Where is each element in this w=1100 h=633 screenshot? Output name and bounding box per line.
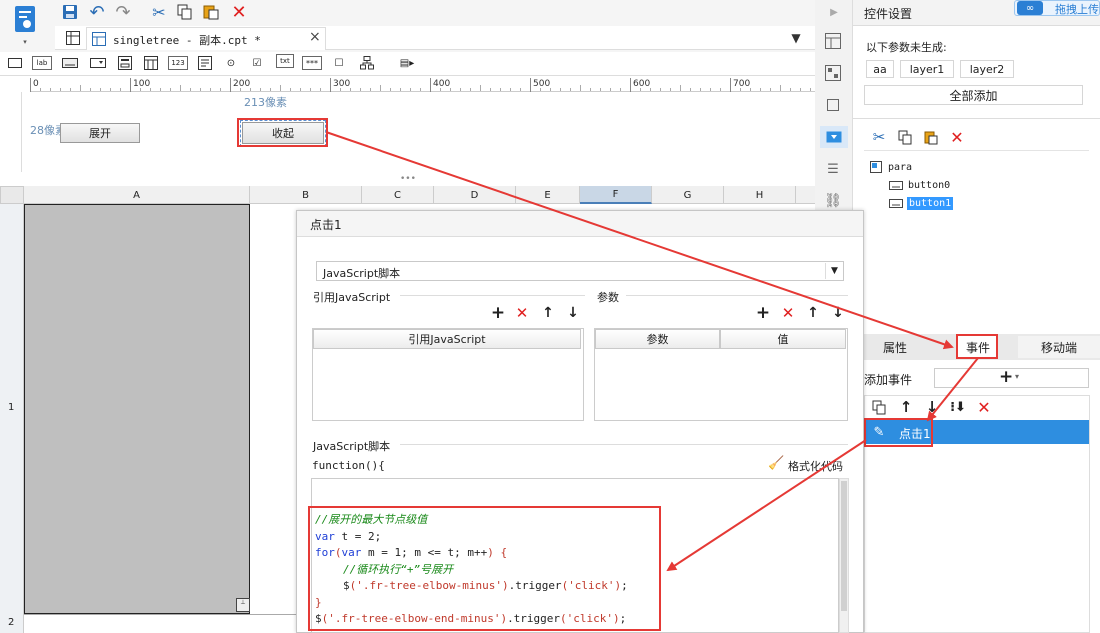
arrow-events-to-item [926, 357, 979, 422]
arrow-item-to-code [666, 439, 867, 572]
annotation-arrows [325, 131, 979, 572]
arrow-collapse-to-events [325, 131, 954, 350]
